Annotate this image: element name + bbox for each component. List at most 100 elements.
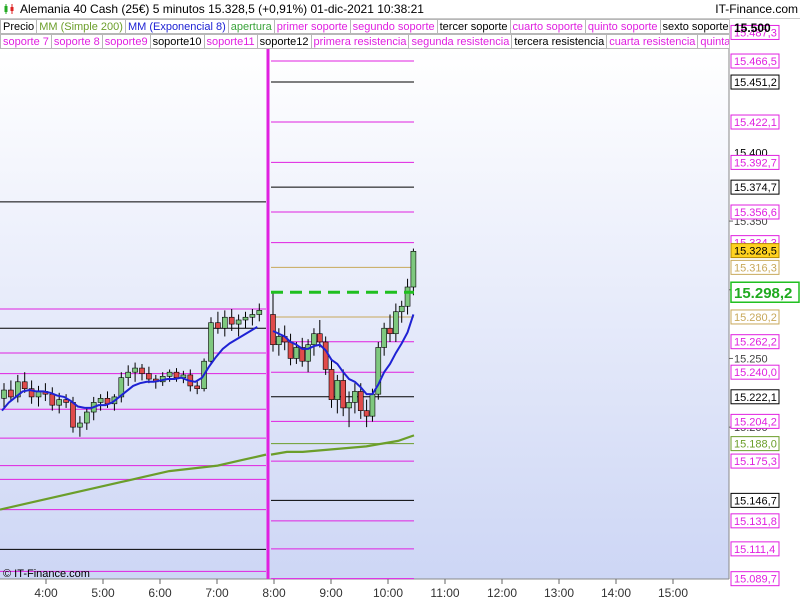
level-tag-label: 15.262,2 [734,337,777,349]
legend-item-tercera-resistencia[interactable]: tercera resistencia [511,34,608,49]
x-tick-label: 14:00 [601,586,631,600]
candle-body [334,380,341,400]
x-tick-label: 9:00 [319,586,343,600]
current-price-label: 15.298,2 [734,285,792,302]
candlestick-icon [4,4,14,14]
level-tag-label: 15.451,2 [734,77,777,89]
level-tag-label: 15.392,7 [734,157,777,169]
candle-body [287,341,294,359]
legend-item-mm-simple-200-[interactable]: MM (Simple 200) [36,19,126,34]
candle-body [346,402,352,409]
legend-item-soporte12[interactable]: soporte12 [256,34,312,49]
legend-item-segundo-soporte[interactable]: segundo soporte [349,19,438,34]
price-chart[interactable]: 15.35015.30015.25015.20015.487,315.466,5… [0,0,800,600]
candle-body [398,305,405,313]
candle-body [139,367,145,374]
x-tick-label: 15:00 [658,586,688,600]
candle-body [222,316,228,329]
legend-item-cuarto-soporte[interactable]: cuarto soporte [509,19,586,34]
candle-body [84,411,90,424]
x-tick-label: 10:00 [373,586,403,600]
x-tick-label: 8:00 [262,586,286,600]
candle-body [249,314,256,318]
x-tick-label: 6:00 [148,586,172,600]
candle-body [393,311,399,335]
candle-body [357,391,364,411]
legend-item-apertura[interactable]: apertura [227,19,275,34]
chart-title: Alemania 40 Cash (25€) 5 minutos 15.328,… [20,2,424,16]
chart-header: Alemania 40 Cash (25€) 5 minutos 15.328,… [0,0,800,19]
level-tag-label: 15.131,8 [734,516,777,528]
x-tick-label: 13:00 [544,586,574,600]
level-tag-label: 15.188,0 [734,439,777,451]
legend-item-segunda-resistencia[interactable]: segunda resistencia [408,34,513,49]
candle-body [208,322,214,362]
legend-item-sexto-soporte[interactable]: sexto soporte [659,19,729,34]
legend-item-primer-soporte[interactable]: primer soporte [273,19,351,34]
candle-body [173,371,180,378]
candle-body [387,327,393,335]
level-tag-label: 15.280,2 [734,312,777,324]
candle-body [1,389,7,399]
level-tag-label: 15.089,7 [734,574,777,586]
top-price-label: 15.500 [734,21,771,35]
level-tag-label: 15.204,2 [734,416,777,428]
x-tick-label: 7:00 [205,586,229,600]
candle-body [166,371,173,377]
candle-body [340,380,347,409]
candle-body [316,333,323,343]
legend-item-soporte11[interactable]: soporte11 [203,34,258,49]
legend-item-quinta-resistencia[interactable]: quinta resistencia [697,34,729,49]
candle-body [293,347,300,359]
candle-body [56,399,63,406]
candle-body [215,322,221,329]
legend-item-primera-resistencia[interactable]: primera resistencia [310,34,410,49]
legend-item-soporte-7[interactable]: soporte 7 [0,34,52,49]
level-tag-label: 15.422,1 [734,117,777,129]
candle-body [228,316,235,325]
level-tag-label: 15.111,4 [734,544,775,556]
legend-item-quinto-soporte[interactable]: quinto soporte [584,19,661,34]
candle-body [311,333,317,346]
level-tag-label: 15.175,3 [734,456,777,468]
legend-item-cuarta-resistencia[interactable]: cuarta resistencia [606,34,699,49]
candle-body [381,327,387,348]
candle-body [132,367,138,373]
copyright-label: © IT-Finance.com [3,568,90,580]
x-tick-label: 12:00 [487,586,517,600]
candle-body [270,314,276,346]
legend-item-precio[interactable]: Precio [0,19,38,34]
legend-item-tercer-soporte[interactable]: tercer soporte [436,19,511,34]
legend-item-soporte10[interactable]: soporte10 [149,34,205,49]
candle-body [77,422,83,428]
legend-row-2: soporte 7 soporte 8 soporte9 soporte10 sopor… [0,34,729,49]
candle-body [21,381,28,389]
candle-body [276,336,282,346]
candle-body [404,286,411,307]
level-tag-label: 15.240,0 [734,367,777,379]
candle-body [328,369,335,400]
legend-item-soporte9[interactable]: soporte9 [101,34,151,49]
x-tick-label: 11:00 [430,586,459,600]
x-tick-label: 5:00 [91,586,115,600]
candle-body [369,393,376,417]
legend-item-soporte-8[interactable]: soporte 8 [50,34,103,49]
plot-area [0,49,729,579]
level-tag-label: 15.222,1 [734,392,777,404]
candle-body [8,389,14,398]
candle-body [322,341,329,370]
candle-body [352,391,358,403]
last-price-label: 15.328,5 [734,246,777,258]
candle-body [70,402,76,428]
candle-body [235,319,242,325]
y-tick-label: 15.250 [734,353,768,365]
brand-label[interactable]: IT-Finance.com [715,0,798,18]
candle-body [146,373,152,380]
legend-item-mm-exponencial-8-[interactable]: MM (Exponencial 8) [124,19,229,34]
candle-body [363,410,370,417]
candle-body [97,397,104,403]
x-tick-label: 4:00 [34,586,58,600]
candle-body [49,393,56,406]
candle-body [194,385,200,389]
candle-body [410,250,417,288]
